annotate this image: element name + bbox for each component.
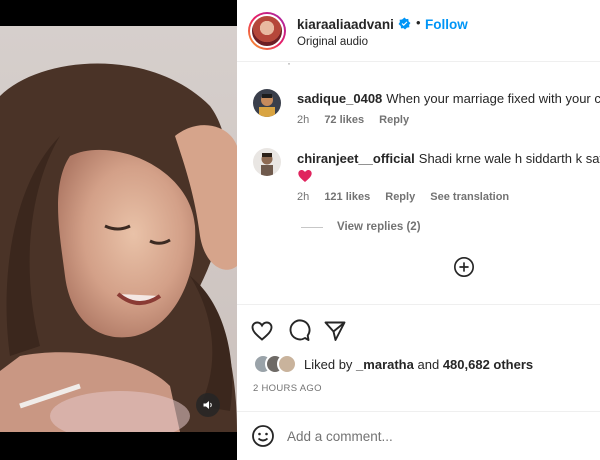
reply-button[interactable]: Reply: [379, 114, 409, 126]
header-separator: •: [416, 15, 421, 30]
clipped-previous-comment: ·: [287, 62, 291, 70]
video-bottom-bar: [0, 432, 237, 460]
liked-by-others[interactable]: 480,682 others: [443, 357, 533, 372]
smiley-icon[interactable]: [251, 424, 275, 448]
liker-avatars: [253, 354, 299, 376]
plus-circle-icon[interactable]: [453, 256, 475, 278]
author-username[interactable]: kiaraaliaadvani: [297, 17, 394, 32]
commenter-avatar[interactable]: [253, 89, 281, 117]
reel-video[interactable]: [0, 26, 237, 432]
commenter-avatar[interactable]: [253, 148, 281, 176]
speaker-icon: [203, 401, 212, 409]
reel-video-panel[interactable]: [0, 0, 237, 460]
add-comment-bar: [237, 411, 600, 460]
comment-input[interactable]: [287, 426, 587, 446]
see-translation-button[interactable]: See translation: [430, 191, 509, 203]
send-icon[interactable]: [323, 319, 347, 343]
view-replies-label: View replies (2): [337, 221, 421, 233]
reply-button[interactable]: Reply: [385, 191, 415, 203]
mute-button[interactable]: [196, 393, 220, 417]
comment-username[interactable]: sadique_0408: [297, 91, 382, 106]
comment-likes[interactable]: 72 likes: [324, 114, 364, 126]
replies-divider: [301, 226, 323, 228]
comment-time[interactable]: 2h: [297, 114, 309, 126]
liked-by-text: Liked by _maratha and 480,682 others: [304, 357, 533, 372]
post-actions-bar: [237, 304, 600, 354]
likes-summary[interactable]: Liked by _maratha and 480,682 others: [237, 352, 600, 378]
comment-meta: 2h 121 likes Reply See translation: [297, 191, 521, 203]
audio-link[interactable]: Original audio: [297, 36, 368, 48]
liked-by-user[interactable]: _maratha: [356, 357, 414, 372]
post-header: kiaraaliaadvani • Follow Original audio: [237, 0, 600, 62]
comment-time[interactable]: 2h: [297, 191, 309, 203]
red-heart-emoji-icon: [298, 170, 312, 182]
comment-text: When your marriage fixed with your crush: [386, 91, 600, 106]
comment-text: Shadi krne wale h siddarth k sath isiliy…: [418, 151, 600, 166]
post-details-panel: kiaraaliaadvani • Follow Original audio …: [237, 0, 600, 460]
comment-body: chiranjeet__official Shadi krne wale h si…: [297, 151, 600, 167]
heart-icon[interactable]: [250, 319, 274, 343]
verified-badge-icon: [398, 17, 411, 30]
comment-username[interactable]: chiranjeet__official: [297, 151, 415, 166]
view-replies-button[interactable]: View replies (2): [301, 221, 421, 233]
comment-likes[interactable]: 121 likes: [324, 191, 370, 203]
comment-meta: 2h 72 likes Reply: [297, 114, 421, 126]
comment-icon[interactable]: [287, 319, 311, 343]
author-avatar[interactable]: [248, 12, 286, 50]
comments-list[interactable]: · sadique_0408 When your marriage fixed w…: [237, 62, 600, 304]
follow-button[interactable]: Follow: [425, 17, 468, 32]
video-frame-illustration: [0, 26, 237, 432]
liked-by-joiner: and: [417, 357, 440, 372]
comment-body: sadique_0408 When your marriage fixed wit…: [297, 91, 600, 107]
liked-by-prefix: Liked by: [304, 357, 353, 372]
post-timestamp[interactable]: 2 HOURS AGO: [253, 383, 322, 394]
